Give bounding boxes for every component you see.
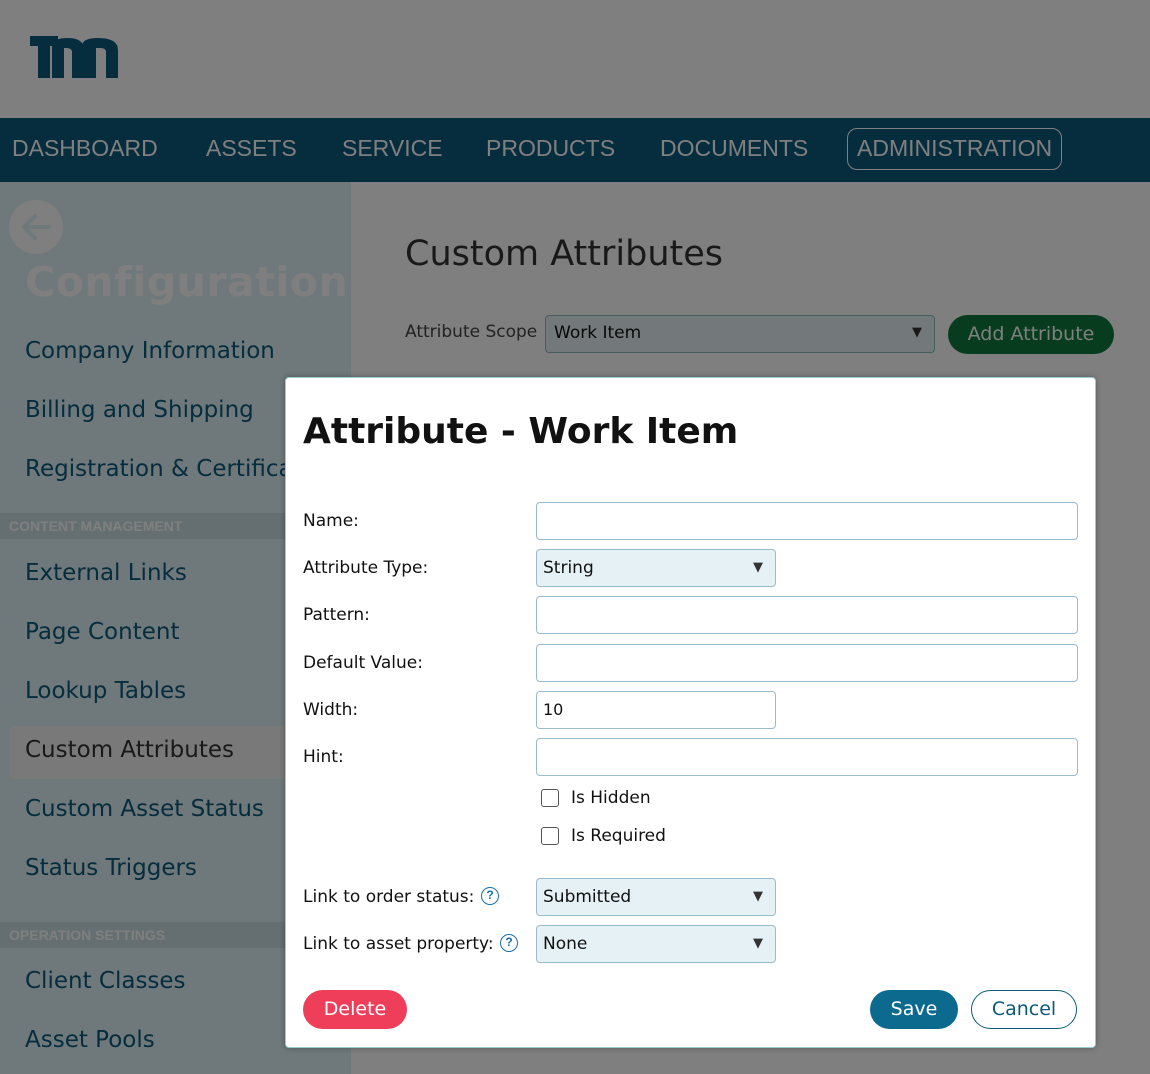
width-field[interactable]: 10 xyxy=(536,691,776,729)
name-label: Name: xyxy=(303,511,359,531)
is-required-label: Is Required xyxy=(571,826,666,846)
attribute-modal: Attribute - Work Item Name: Attribute Ty… xyxy=(285,377,1096,1048)
order-status-value: Submitted xyxy=(543,887,632,907)
attribute-type-value: String xyxy=(543,558,594,578)
save-button[interactable]: Save xyxy=(870,990,958,1029)
is-hidden-checkbox[interactable] xyxy=(541,789,559,807)
hint-field[interactable] xyxy=(536,738,1078,776)
cancel-button[interactable]: Cancel xyxy=(971,990,1077,1029)
is-required-checkbox[interactable] xyxy=(541,827,559,845)
hint-label: Hint: xyxy=(303,747,344,767)
modal-title: Attribute - Work Item xyxy=(303,411,739,452)
chevron-down-icon: ▼ xyxy=(753,560,763,575)
is-required-row[interactable]: Is Required xyxy=(541,826,666,846)
is-hidden-row[interactable]: Is Hidden xyxy=(541,788,651,808)
default-value-field[interactable] xyxy=(536,644,1078,682)
asset-property-value: None xyxy=(543,934,588,954)
default-value-label: Default Value: xyxy=(303,653,423,673)
attribute-type-label: Attribute Type: xyxy=(303,558,429,578)
asset-property-select[interactable]: None ▼ xyxy=(536,925,776,963)
chevron-down-icon: ▼ xyxy=(753,936,763,951)
delete-button[interactable]: Delete xyxy=(303,990,407,1029)
width-label: Width: xyxy=(303,700,359,720)
help-icon[interactable]: ? xyxy=(481,887,499,905)
pattern-label: Pattern: xyxy=(303,605,370,625)
attribute-type-select[interactable]: String ▼ xyxy=(536,549,776,587)
is-hidden-label: Is Hidden xyxy=(571,788,651,808)
chevron-down-icon: ▼ xyxy=(753,889,763,904)
order-status-label: Link to order status: xyxy=(303,887,475,907)
order-status-select[interactable]: Submitted ▼ xyxy=(536,878,776,916)
help-icon[interactable]: ? xyxy=(500,934,518,952)
pattern-field[interactable] xyxy=(536,596,1078,634)
name-field[interactable] xyxy=(536,502,1078,540)
asset-property-label: Link to asset property: xyxy=(303,934,494,954)
